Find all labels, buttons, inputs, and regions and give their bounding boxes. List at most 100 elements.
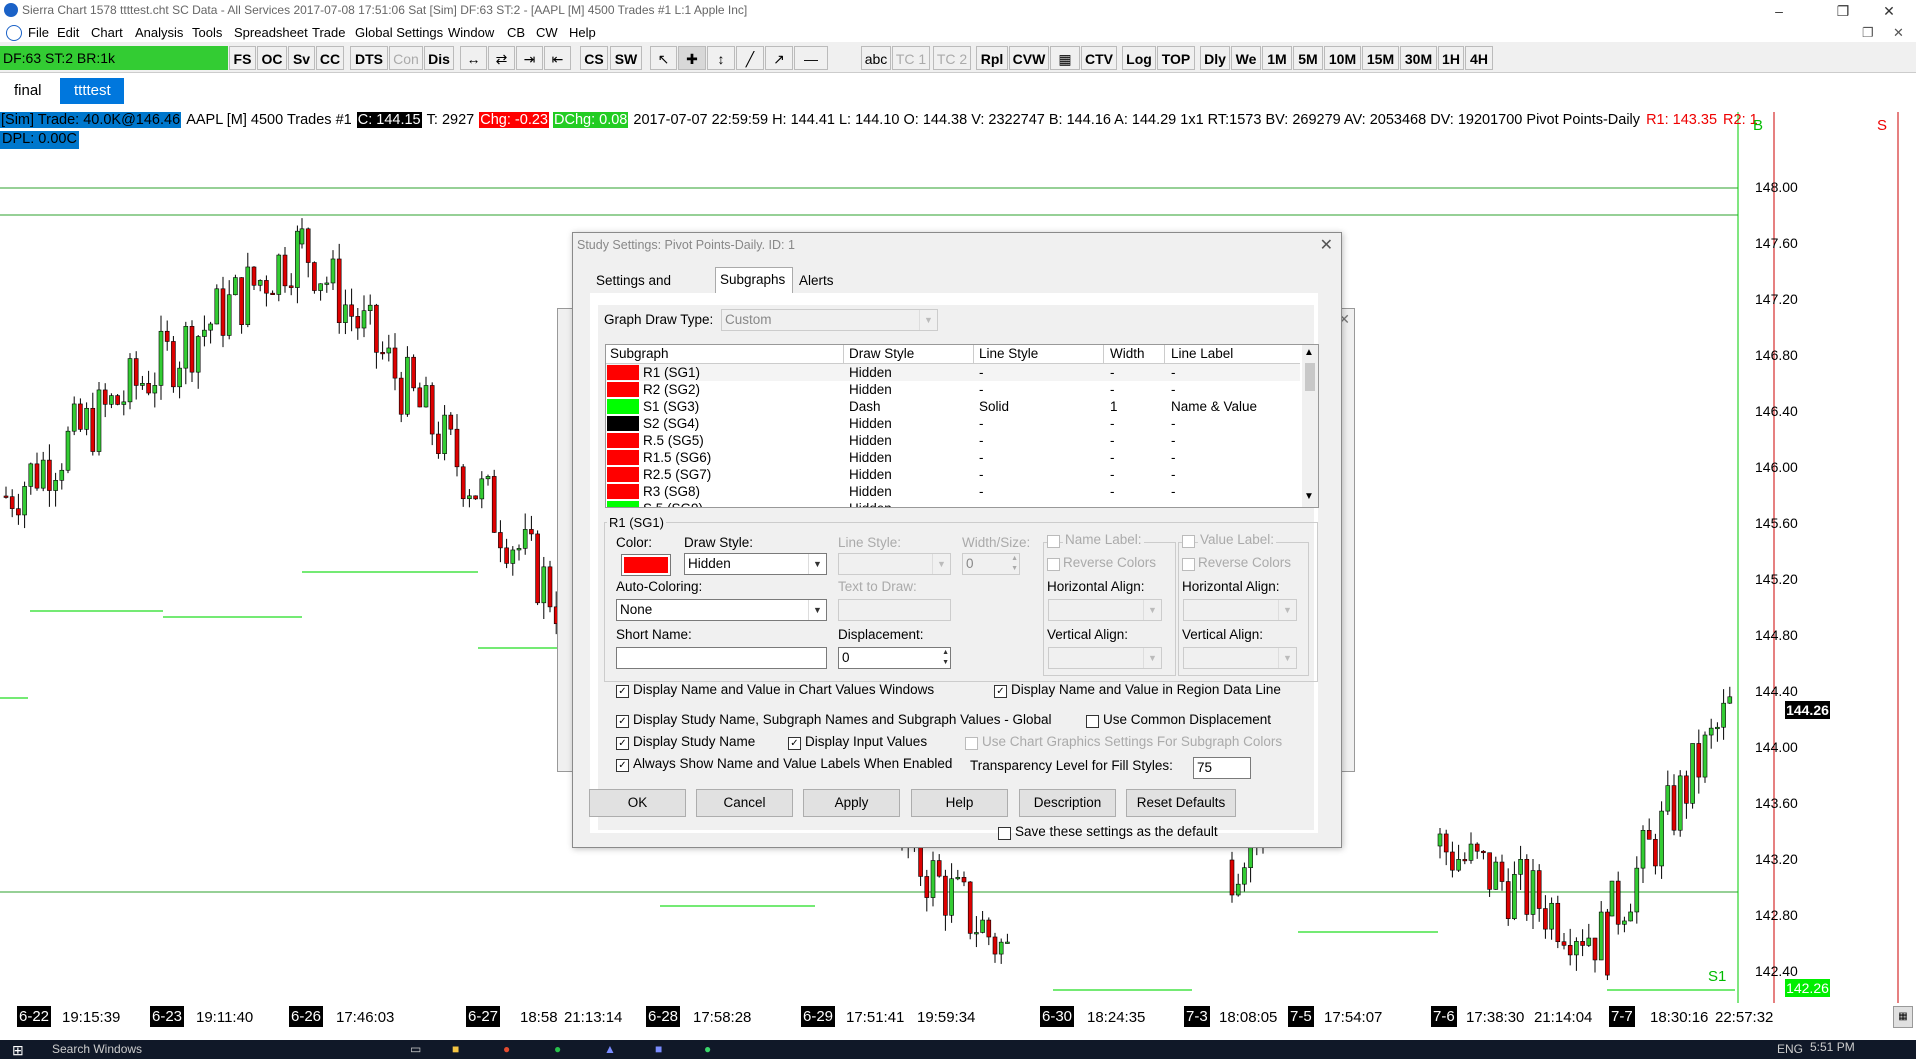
display-study-name-checkbox[interactable]: ✓ [616, 737, 629, 750]
column-subgraph[interactable]: Subgraph [610, 346, 669, 361]
chart-tab-final[interactable]: final [0, 78, 58, 104]
oc-button[interactable]: OC [257, 46, 287, 70]
apply-button[interactable]: Apply [803, 789, 900, 817]
column-draw-style[interactable]: Draw Style [849, 346, 914, 361]
menu-edit[interactable]: Edit [57, 25, 79, 40]
30m-button[interactable]: 30M [1400, 46, 1437, 70]
subgraph-row[interactable]: R2 (SG2) Hidden - - - [606, 381, 1300, 398]
subgraph-row[interactable]: R1.5 (SG6) Hidden - - - [606, 449, 1300, 466]
spinner-icon[interactable]: ▲ ▼ [942, 648, 949, 668]
app-icon-1[interactable]: ▲ [604, 1042, 616, 1056]
line-tool-icon[interactable]: ╱ [736, 46, 764, 70]
we-button[interactable]: We [1231, 46, 1261, 70]
use-chart-graphics-checkbox[interactable] [965, 737, 978, 750]
display-region-data-checkbox[interactable]: ✓ [994, 685, 1007, 698]
top-button[interactable]: TOP [1157, 46, 1195, 70]
scroll-thumb[interactable] [1305, 363, 1315, 391]
tab-settings-and-inputs[interactable]: Settings and Inputs [592, 269, 712, 312]
values-tool-icon[interactable]: ↕ [707, 46, 735, 70]
app-icon-2[interactable]: ■ [655, 1042, 662, 1056]
ok-button[interactable]: OK [589, 789, 686, 817]
menu-file[interactable]: File [28, 25, 49, 40]
tab-subgraphs[interactable]: Subgraphs [715, 267, 793, 294]
displacement-stepper[interactable]: 0 ▲ ▼ [838, 647, 951, 669]
tc2-button[interactable]: TC 2 [933, 46, 971, 70]
sw-button[interactable]: SW [610, 46, 642, 70]
value-horizontal-align-select[interactable]: ▼ [1183, 599, 1297, 621]
whatsapp-icon[interactable]: ● [554, 1042, 561, 1056]
column-line-style[interactable]: Line Style [979, 346, 1038, 361]
menu-spreadsheet[interactable]: Spreadsheet [234, 25, 308, 40]
text-tool-button[interactable]: abc [861, 46, 891, 70]
text-to-draw-input[interactable] [838, 599, 951, 621]
minimize-icon[interactable]: – [1756, 0, 1802, 22]
line-style-select[interactable]: ▼ [838, 553, 951, 575]
display-chart-values-checkbox[interactable]: ✓ [616, 685, 629, 698]
subgraph-row[interactable]: R3 (SG8) Hidden - - - [606, 483, 1300, 500]
taskbar-clock[interactable]: 5:51 PM [1810, 1040, 1855, 1054]
cvw-button[interactable]: CVW [1009, 46, 1049, 70]
value-vertical-align-select[interactable]: ▼ [1183, 647, 1297, 669]
scale-settings-icon[interactable]: ▦ [1893, 1006, 1913, 1028]
1h-button[interactable]: 1H [1438, 46, 1464, 70]
value-reverse-colors-checkbox[interactable] [1182, 558, 1195, 571]
use-common-displacement-checkbox[interactable] [1086, 715, 1099, 728]
name-horizontal-align-select[interactable]: ▼ [1048, 599, 1162, 621]
file-explorer-icon[interactable]: ■ [452, 1042, 459, 1056]
dialog-close-icon[interactable]: ✕ [1320, 235, 1333, 255]
1m-button[interactable]: 1M [1262, 46, 1292, 70]
spinner-icon[interactable]: ▲ ▼ [1011, 554, 1018, 574]
ray-tool-icon[interactable]: ↗ [765, 46, 793, 70]
short-name-input[interactable] [616, 647, 827, 669]
save-default-checkbox[interactable] [998, 827, 1011, 840]
transparency-input[interactable]: 75 [1193, 757, 1251, 779]
column-width[interactable]: Width [1110, 346, 1145, 361]
column-line-label[interactable]: Line Label [1171, 346, 1233, 361]
5m-button[interactable]: 5M [1293, 46, 1323, 70]
start-icon[interactable]: ⊞ [12, 1042, 24, 1059]
restore-icon[interactable]: ❐ [1820, 0, 1866, 22]
con-button[interactable]: Con [389, 46, 423, 70]
draw-style-select[interactable]: Hidden ▼ [684, 553, 827, 575]
cs-button[interactable]: CS [580, 46, 608, 70]
horizontal-line-icon[interactable]: — [794, 46, 828, 70]
subgraph-row[interactable]: R.5 (SG5) Hidden - - - [606, 432, 1300, 449]
cancel-button[interactable]: Cancel [696, 789, 793, 817]
mdi-restore-icon[interactable]: ❐ [1862, 25, 1874, 41]
dts-button[interactable]: DTS [350, 46, 388, 70]
widen-bars-icon[interactable]: ⇄ [488, 46, 515, 70]
menu-window[interactable]: Window [448, 25, 494, 40]
menu-global-settings[interactable]: Global Settings [355, 25, 443, 40]
mdi-close-icon[interactable]: ✕ [1893, 25, 1904, 41]
menu-cb[interactable]: CB [507, 25, 525, 40]
trade-window-icon[interactable]: ▦ [1050, 46, 1080, 70]
scroll-down-icon[interactable]: ▼ [1304, 491, 1314, 502]
subgraph-row[interactable]: S.5 (SG9) Hidden [606, 500, 1300, 507]
scroll-up-icon[interactable]: ▲ [1304, 347, 1314, 358]
help-button[interactable]: Help [911, 789, 1008, 817]
reset-defaults-button[interactable]: Reset Defaults [1126, 789, 1236, 817]
width-size-stepper[interactable]: 0 ▲ ▼ [962, 553, 1020, 575]
menu-chart[interactable]: Chart [91, 25, 123, 40]
task-view-icon[interactable]: ▭ [410, 1042, 421, 1056]
display-input-values-checkbox[interactable]: ✓ [788, 737, 801, 750]
chrome-icon[interactable]: ● [503, 1042, 510, 1056]
dis-button[interactable]: Dis [424, 46, 454, 70]
rpl-button[interactable]: Rpl [976, 46, 1008, 70]
subgraph-row[interactable]: R1 (SG1) Hidden - - - [606, 364, 1300, 381]
taskbar-search[interactable]: Search Windows [52, 1042, 142, 1056]
menu-tools[interactable]: Tools [192, 25, 222, 40]
menu-cw[interactable]: CW [536, 25, 558, 40]
always-show-labels-checkbox[interactable]: ✓ [616, 759, 629, 772]
subgraph-row[interactable]: S2 (SG4) Hidden - - - [606, 415, 1300, 432]
narrow-bars-icon[interactable]: ↔ [460, 46, 487, 70]
color-swatch-button[interactable] [621, 554, 671, 576]
subgraph-list-scrollbar[interactable]: ▲ ▼ [1302, 345, 1318, 507]
auto-coloring-select[interactable]: None ▼ [616, 599, 827, 621]
increase-spacing-icon[interactable]: ⇤ [544, 46, 571, 70]
name-reverse-colors-checkbox[interactable] [1047, 558, 1060, 571]
menu-app-icon[interactable] [6, 25, 22, 41]
tc1-button[interactable]: TC 1 [892, 46, 930, 70]
sv-button[interactable]: Sv [288, 46, 315, 70]
cc-button[interactable]: CC [316, 46, 344, 70]
